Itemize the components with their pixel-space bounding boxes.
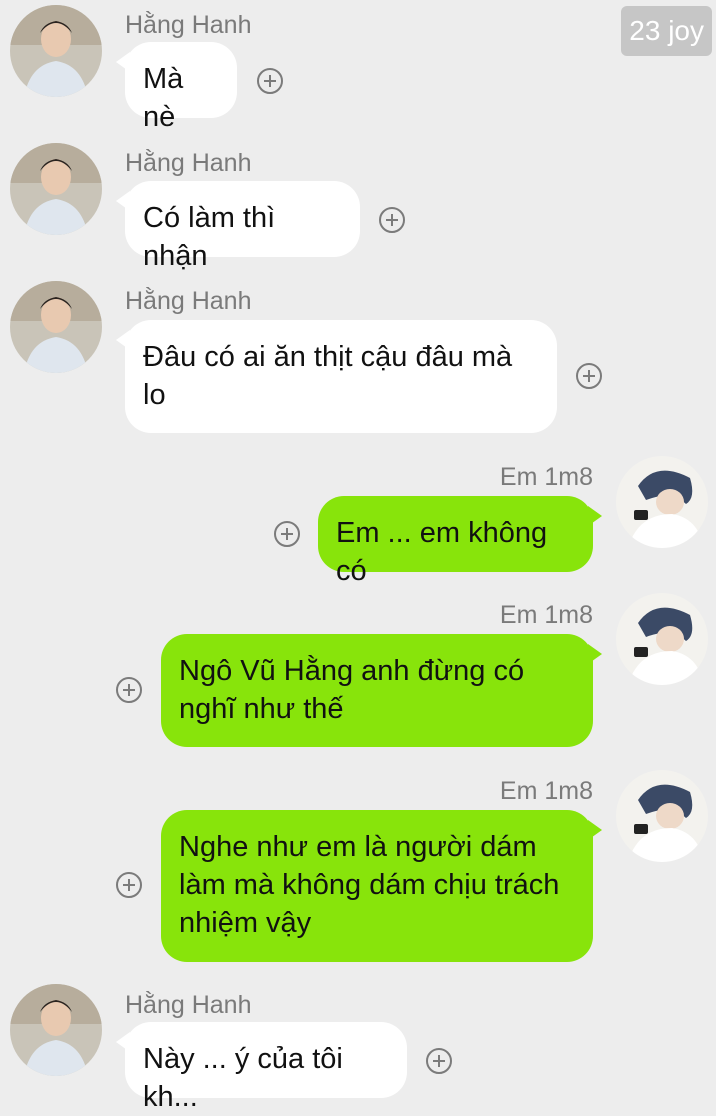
avatar[interactable]: [10, 281, 102, 373]
message-bubble[interactable]: Có làm thì nhận: [116, 181, 360, 272]
sender-name: Em 1m8: [499, 463, 593, 491]
watermark-label: 23 joy: [621, 6, 712, 56]
sender-name: Hằng Hanh: [125, 149, 252, 177]
add-reaction-button[interactable]: [257, 68, 283, 94]
avatar[interactable]: [10, 143, 102, 235]
avatar[interactable]: [10, 984, 102, 1076]
message-bubble[interactable]: Này ... ý của tôi kh...: [116, 1022, 407, 1113]
add-reaction-button[interactable]: [379, 207, 405, 233]
add-reaction-button[interactable]: [426, 1048, 452, 1074]
avatar[interactable]: [616, 770, 708, 862]
message-bubble[interactable]: Ngô Vũ Hằng anh đừng có nghĩ như thế: [161, 634, 602, 747]
add-reaction-button[interactable]: [116, 872, 142, 898]
add-reaction-button[interactable]: [116, 677, 142, 703]
add-reaction-button[interactable]: [274, 521, 300, 547]
message-bubble[interactable]: Đâu có ai ăn thịt cậu đâu mà lo: [116, 320, 557, 433]
message-bubble[interactable]: Nghe như em là người dám làm mà không dá…: [161, 810, 602, 962]
avatar[interactable]: [616, 456, 708, 548]
sender-name: Hằng Hanh: [125, 11, 252, 39]
avatar[interactable]: [616, 593, 708, 685]
add-reaction-button[interactable]: [576, 363, 602, 389]
sender-name: Hằng Hanh: [125, 991, 252, 1019]
avatar[interactable]: [10, 5, 102, 97]
sender-name: Em 1m8: [499, 777, 593, 805]
sender-name: Em 1m8: [499, 601, 593, 629]
sender-name: Hằng Hanh: [125, 287, 252, 315]
message-bubble[interactable]: Mà nè: [116, 42, 237, 133]
message-bubble[interactable]: Em ... em không có: [318, 496, 602, 587]
